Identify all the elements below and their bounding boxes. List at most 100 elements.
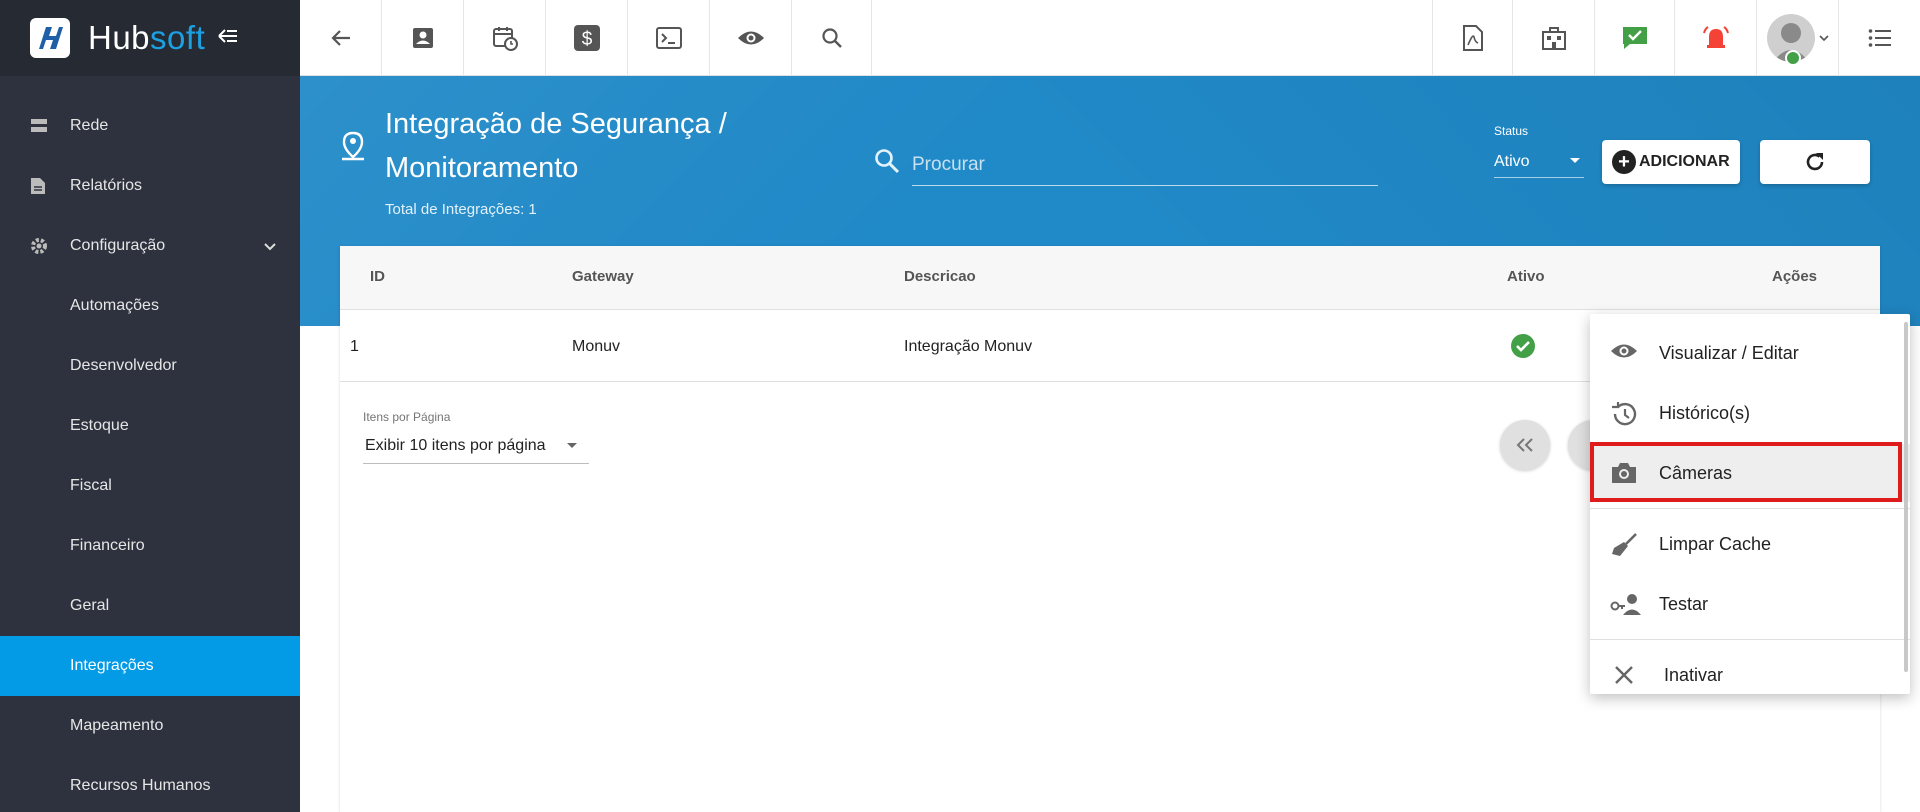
column-header-gateway[interactable]: Gateway — [572, 268, 634, 285]
broom-icon — [1610, 532, 1638, 563]
menu-item-limpar-cache[interactable]: Limpar Cache — [1590, 515, 1910, 573]
cell-id: 1 — [350, 338, 359, 355]
search-input[interactable] — [912, 144, 1378, 186]
sidebar-item-mapeamento[interactable]: Mapeamento — [0, 696, 300, 756]
contacts-button[interactable] — [382, 0, 464, 76]
check-circle-icon — [1510, 333, 1536, 364]
pdf-button[interactable] — [1432, 0, 1512, 76]
eye-icon — [1610, 341, 1638, 366]
document-icon — [30, 177, 46, 200]
plus-circle-icon: + — [1612, 150, 1636, 174]
terminal-icon — [655, 27, 682, 49]
dropdown-caret-icon — [567, 443, 577, 448]
contact-card-icon — [412, 28, 433, 48]
alarm-bell-icon — [1702, 26, 1729, 48]
first-page-button[interactable] — [1500, 420, 1550, 470]
sidebar-item-label: Fiscal — [70, 477, 112, 494]
tasks-button[interactable] — [1594, 0, 1674, 76]
sidebar-item-geral[interactable]: Geral — [0, 576, 300, 636]
sidebar-item-recursos-humanos[interactable]: Recursos Humanos — [0, 756, 300, 812]
search-icon — [874, 148, 900, 179]
menu-divider — [1590, 639, 1910, 640]
total-count: Total de Integrações: 1 — [385, 201, 537, 218]
table-header: ID Gateway Descricao Ativo Ações — [340, 246, 1880, 310]
add-button-label: ADICIONAR — [1639, 153, 1730, 170]
top-toolbar: $ — [300, 0, 1920, 76]
menu-divider — [1590, 508, 1910, 509]
sidebar-item-label: Automações — [70, 297, 159, 314]
items-per-page-label: Itens por Página — [363, 410, 451, 424]
actions-menu: Visualizar / Editar Histórico(s) Câmeras… — [1590, 314, 1910, 694]
column-header-descricao[interactable]: Descricao — [904, 268, 976, 285]
sidebar-item-configuracao[interactable]: Configuração — [0, 216, 300, 276]
status-filter-select[interactable]: Ativo — [1494, 146, 1584, 178]
sidebar-item-label: Integrações — [70, 657, 154, 674]
list-icon — [1868, 29, 1891, 47]
svg-text:$: $ — [581, 29, 592, 50]
sidebar-item-desenvolvedor[interactable]: Desenvolvedor — [0, 336, 300, 396]
refresh-icon — [1806, 153, 1824, 171]
status-filter-value: Ativo — [1494, 152, 1530, 170]
menu-scrollbar[interactable] — [1904, 322, 1908, 672]
pdf-icon — [1462, 25, 1483, 51]
double-chevron-left-icon — [1516, 438, 1533, 452]
alerts-button[interactable] — [1674, 0, 1756, 76]
sidebar-item-label: Rede — [70, 117, 109, 134]
menu-list-button[interactable] — [1838, 0, 1920, 76]
page-title: Integração de Segurança / Monitoramento — [385, 108, 727, 184]
items-per-page-select[interactable]: Exibir 10 itens por página — [363, 428, 589, 464]
items-per-page-value: Exibir 10 itens por página — [365, 436, 546, 454]
back-button[interactable] — [300, 0, 382, 76]
calendar-clock-icon — [492, 27, 518, 51]
dropdown-caret-icon — [1570, 158, 1580, 163]
column-header-acoes: Ações — [1772, 268, 1818, 285]
key-person-icon — [1610, 592, 1642, 621]
add-button[interactable]: + ADICIONAR — [1602, 140, 1740, 184]
gear-icon — [30, 237, 48, 260]
menu-item-label: Limpar Cache — [1659, 533, 1772, 554]
highlight-annotation-box — [1590, 442, 1902, 502]
terminal-button[interactable] — [628, 0, 710, 76]
schedule-button[interactable] — [464, 0, 546, 76]
chevron-down-icon — [264, 238, 276, 256]
refresh-button[interactable] — [1760, 140, 1870, 184]
online-status-dot — [1785, 50, 1801, 66]
building-icon — [1541, 27, 1566, 50]
sidebar-item-estoque[interactable]: Estoque — [0, 396, 300, 456]
search-button[interactable] — [792, 0, 872, 76]
menu-item-historico[interactable]: Histórico(s) — [1590, 384, 1910, 442]
column-header-ativo[interactable]: Ativo — [1507, 268, 1545, 285]
column-header-id[interactable]: ID — [370, 268, 385, 285]
history-icon — [1610, 401, 1638, 432]
sidebar-item-rede[interactable]: Rede — [0, 96, 300, 156]
view-button[interactable] — [710, 0, 792, 76]
map-pin-person-icon — [340, 131, 366, 166]
cell-descricao: Integração Monuv — [904, 338, 1033, 355]
sidebar-item-label: Estoque — [70, 417, 129, 434]
menu-item-testar[interactable]: Testar — [1590, 575, 1910, 633]
logo: Hubsoft — [0, 0, 300, 76]
menu-item-inativar[interactable]: Inativar — [1590, 646, 1910, 694]
check-message-icon — [1622, 27, 1647, 49]
sidebar-item-fiscal[interactable]: Fiscal — [0, 456, 300, 516]
company-button[interactable] — [1512, 0, 1594, 76]
finance-button[interactable]: $ — [546, 0, 628, 76]
sidebar-item-label: Desenvolvedor — [70, 357, 177, 374]
menu-item-visualizar-editar[interactable]: Visualizar / Editar — [1590, 324, 1910, 382]
chevron-down-icon — [1818, 35, 1829, 41]
menu-item-label: Inativar — [1664, 664, 1724, 685]
collapse-sidebar-icon[interactable] — [217, 28, 239, 49]
sidebar-item-relatorios[interactable]: Relatórios — [0, 156, 300, 216]
sidebar-item-financeiro[interactable]: Financeiro — [0, 516, 300, 576]
user-menu[interactable] — [1756, 0, 1838, 76]
sidebar-item-integracoes[interactable]: Integrações — [0, 636, 300, 696]
search-icon — [821, 28, 842, 48]
sidebar-nav: Rede Relatórios Configuração Automações … — [0, 96, 300, 812]
brand-name: Hubsoft — [88, 19, 206, 56]
sidebar-item-automacoes[interactable]: Automações — [0, 276, 300, 336]
close-icon — [1614, 665, 1634, 690]
status-filter-label: Status — [1494, 124, 1529, 138]
server-icon — [30, 117, 48, 140]
dollar-icon: $ — [573, 25, 600, 51]
sidebar-item-label: Relatórios — [70, 177, 143, 194]
